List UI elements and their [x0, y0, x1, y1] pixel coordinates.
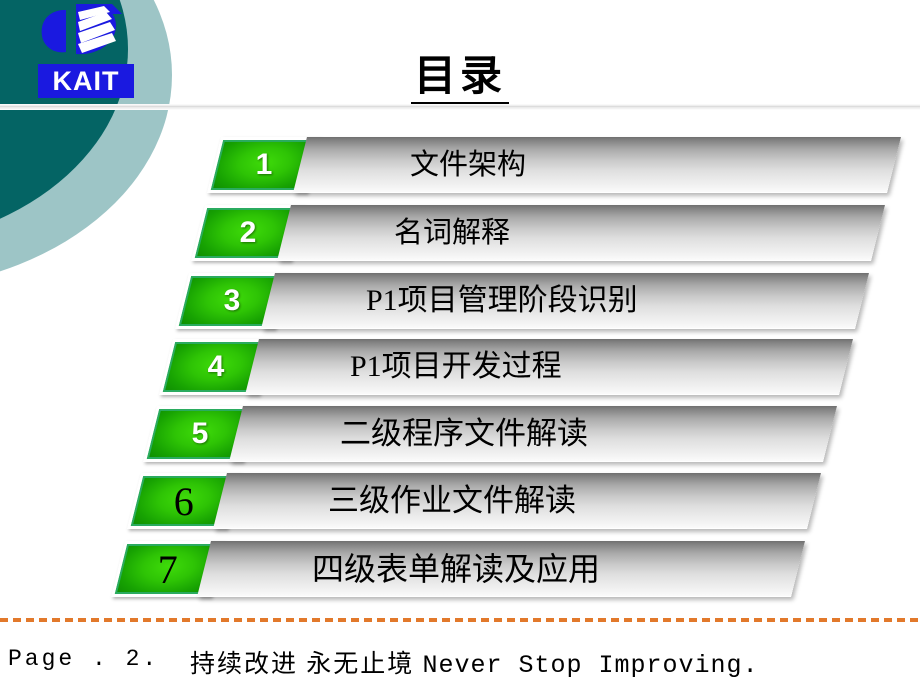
slide-canvas: KAIT 目录 1 文件架构 2 名词解释 3 P1项目管理阶段识别 4 P1项… [0, 0, 920, 690]
toc-bar-7[interactable]: 四级表单解读及应用 [197, 541, 805, 597]
toc-bar-2[interactable]: 名词解释 [277, 205, 885, 261]
toc-label-6: 三级作业文件解读 [328, 483, 576, 518]
toc-bar-1[interactable]: 文件架构 [293, 137, 901, 193]
footer-slogan-en: Never Stop Improving. [422, 651, 759, 680]
toc-label-3: P1项目管理阶段识别 [366, 284, 638, 317]
toc-label-1: 文件架构 [410, 149, 527, 181]
toc-list: 1 文件架构 2 名词解释 3 P1项目管理阶段识别 4 P1项目开发过程 5 … [0, 0, 920, 690]
footer: Page . 2. 持续改进 永无止境 Never Stop Improving… [0, 640, 920, 684]
footer-slogan-cn: 持续改进 永无止境 [190, 651, 415, 678]
footer-page-number: Page . 2. [8, 646, 160, 672]
toc-label-7: 四级表单解读及应用 [312, 551, 601, 587]
toc-bar-3[interactable]: P1项目管理阶段识别 [261, 273, 869, 329]
toc-label-5: 二级程序文件解读 [340, 416, 588, 451]
toc-bar-4[interactable]: P1项目开发过程 [245, 339, 853, 395]
footer-dashed-rule [0, 618, 920, 622]
toc-label-4: P1项目开发过程 [350, 350, 562, 383]
footer-slogan: 持续改进 永无止境 Never Stop Improving. [190, 644, 759, 680]
toc-bar-6[interactable]: 三级作业文件解读 [213, 473, 821, 529]
toc-bar-5[interactable]: 二级程序文件解读 [229, 406, 837, 462]
toc-label-2: 名词解释 [394, 217, 511, 249]
